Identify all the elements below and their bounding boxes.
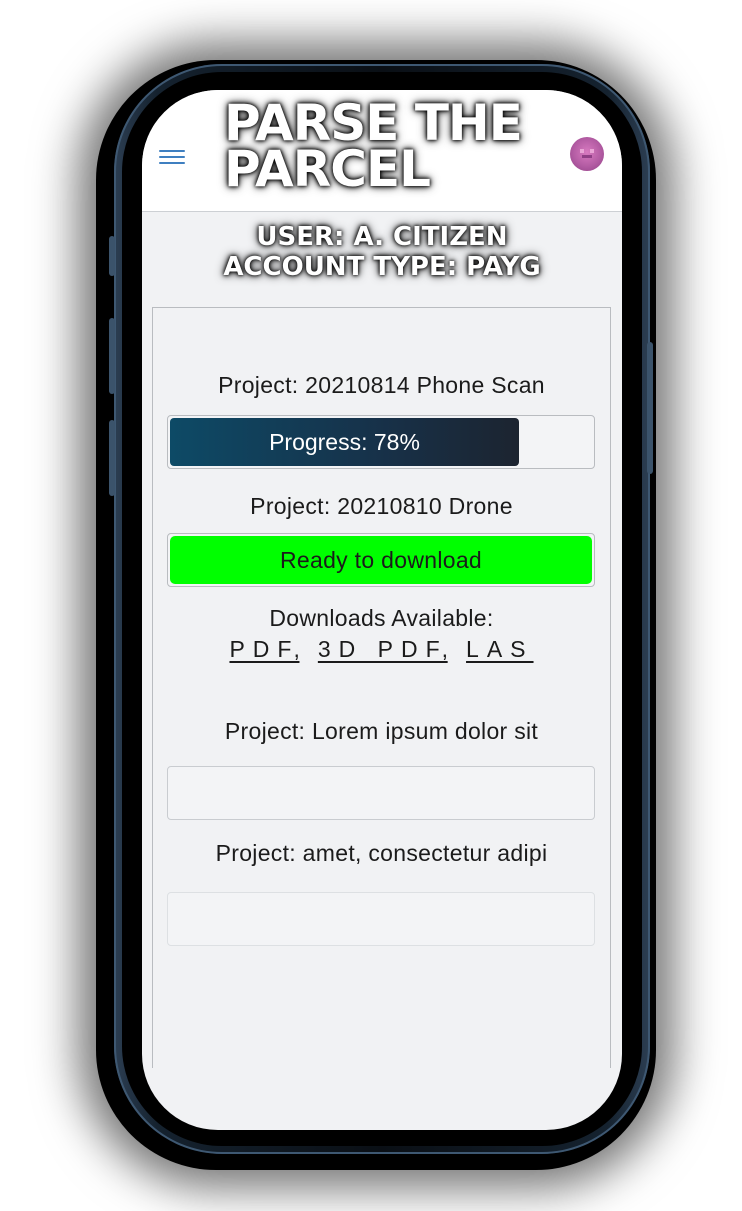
downloads-links: PDF, 3D PDF, LAS: [153, 636, 610, 663]
separator: ,: [441, 636, 449, 662]
phone-screen: PARSE THE PARCEL USER: A. CITIZEN ACCOUN…: [142, 90, 622, 1130]
projects-panel: Project: 20210814 Phone Scan Progress: 7…: [152, 307, 611, 1068]
downloads-label: Downloads Available:: [269, 605, 494, 631]
power-button: [647, 342, 653, 474]
ready-status-bar: Ready to download: [167, 533, 595, 587]
progress-bar: Progress: 78%: [167, 415, 595, 469]
progress-bar-fill: Progress: 78%: [170, 418, 519, 466]
download-las-link[interactable]: LAS: [466, 636, 533, 662]
user-avatar-icon[interactable]: [570, 137, 604, 171]
project-status-bar-empty: [167, 766, 595, 820]
project-title: Project: 20210814 Phone Scan: [218, 372, 545, 398]
project-title: Project: amet, consectetur adipi: [215, 840, 548, 866]
ready-to-download-button[interactable]: Ready to download: [170, 536, 592, 584]
app-title: PARSE THE PARCEL: [224, 98, 554, 198]
mute-switch: [109, 236, 115, 276]
user-info: USER: A. CITIZEN ACCOUNT TYPE: PAYG: [142, 222, 622, 282]
ready-label: Ready to download: [279, 547, 482, 573]
project-title: Project: Lorem ipsum dolor sit: [224, 718, 539, 744]
separator: ,: [293, 636, 300, 662]
account-type: ACCOUNT TYPE: PAYG: [223, 252, 541, 282]
progress-label: Progress: 78%: [269, 429, 420, 455]
app-header: PARSE THE PARCEL: [142, 90, 622, 212]
volume-down-button: [109, 420, 115, 496]
project-title: Project: 20210810 Drone: [250, 493, 513, 519]
download-pdf-link[interactable]: PDF: [229, 636, 299, 662]
app-title-line-2: PARCEL: [224, 140, 431, 198]
hamburger-menu-icon[interactable]: [159, 150, 185, 164]
user-name: USER: A. CITIZEN: [256, 222, 508, 252]
project-status-bar-empty: [167, 892, 595, 946]
volume-up-button: [109, 318, 115, 394]
download-3d-pdf-link[interactable]: 3D PDF: [318, 636, 448, 662]
